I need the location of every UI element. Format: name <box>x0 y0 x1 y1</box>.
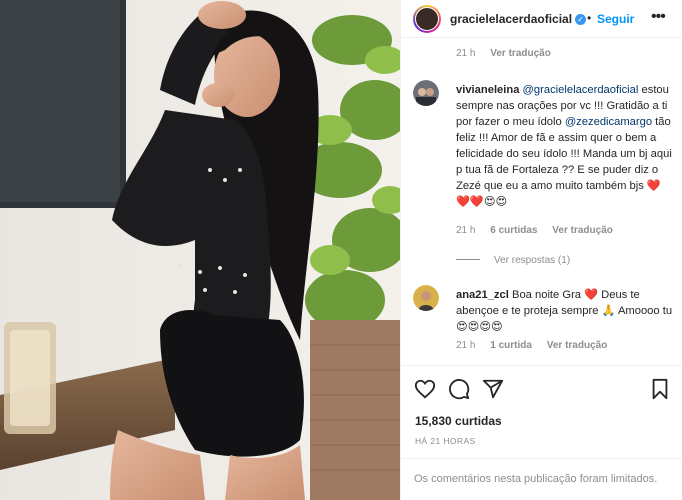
caption-meta: 21 h Ver tradução <box>456 48 563 59</box>
post-photo[interactable] <box>0 0 400 500</box>
post-header: gracielelacerdaoficial ✓ • Seguir ••• <box>401 0 682 38</box>
author-username[interactable]: gracielelacerdaoficial ✓ <box>450 12 587 26</box>
comment-translate-link[interactable]: Ver tradução <box>552 225 613 236</box>
comment-body: tão feliz !!! Amor de fã e assim quer o … <box>456 116 672 208</box>
more-options-icon[interactable]: ••• <box>651 8 666 26</box>
bookmark-icon[interactable] <box>650 378 670 405</box>
caption-translate-link[interactable]: Ver tradução <box>490 48 551 59</box>
comment-text: vivianeleina @gracielelacerdaoficial est… <box>456 82 674 210</box>
comment-likes[interactable]: 6 curtidas <box>490 225 537 236</box>
post-sidebar: gracielelacerdaoficial ✓ • Seguir ••• 21 … <box>400 0 682 500</box>
comment-icon[interactable] <box>448 378 470 405</box>
view-replies-button[interactable]: Ver respostas (1) <box>456 255 570 266</box>
heart-icon[interactable] <box>414 378 436 405</box>
verified-badge-icon: ✓ <box>575 14 587 25</box>
comment-likes[interactable]: 1 curtida <box>490 340 532 351</box>
comment-meta: 21 h 1 curtida Ver tradução <box>456 340 619 351</box>
post-image <box>0 0 400 500</box>
comment-translate-link[interactable]: Ver tradução <box>547 340 608 351</box>
comment-meta: 21 h 6 curtidas Ver tradução <box>456 225 625 236</box>
comment-time: 21 h <box>456 225 476 236</box>
header-separator: • <box>587 11 592 25</box>
comments-limited-notice: Os comentários nesta publicação foram li… <box>401 458 682 500</box>
caption-time: 21 h <box>456 48 476 59</box>
follow-button[interactable]: Seguir <box>597 12 634 26</box>
view-replies-label: Ver respostas (1) <box>494 255 571 266</box>
post-timestamp: HÁ 21 HORAS <box>415 436 476 446</box>
comment-item: ana21_zcl Boa noite Gra ❤️ Deus te abenç… <box>413 285 675 365</box>
comment-text: ana21_zcl Boa noite Gra ❤️ Deus te abenç… <box>456 287 674 335</box>
comment-time: 21 h <box>456 340 476 351</box>
commenter-avatar[interactable] <box>413 285 439 311</box>
comment-username[interactable]: ana21_zcl <box>456 289 509 301</box>
author-avatar[interactable] <box>413 5 441 33</box>
likes-count[interactable]: 15,830 curtidas <box>415 414 502 428</box>
comment-mention[interactable]: @zezedicamargo <box>565 116 652 128</box>
comment-mention[interactable]: @gracielelacerdaoficial <box>523 84 639 96</box>
share-icon[interactable] <box>482 378 504 405</box>
replies-divider <box>456 259 480 260</box>
commenter-avatar[interactable] <box>413 80 439 106</box>
comment-username[interactable]: vivianeleina <box>456 84 519 96</box>
comment-item: vivianeleina @gracielelacerdaoficial est… <box>413 80 675 240</box>
post-action-bar <box>401 365 682 410</box>
